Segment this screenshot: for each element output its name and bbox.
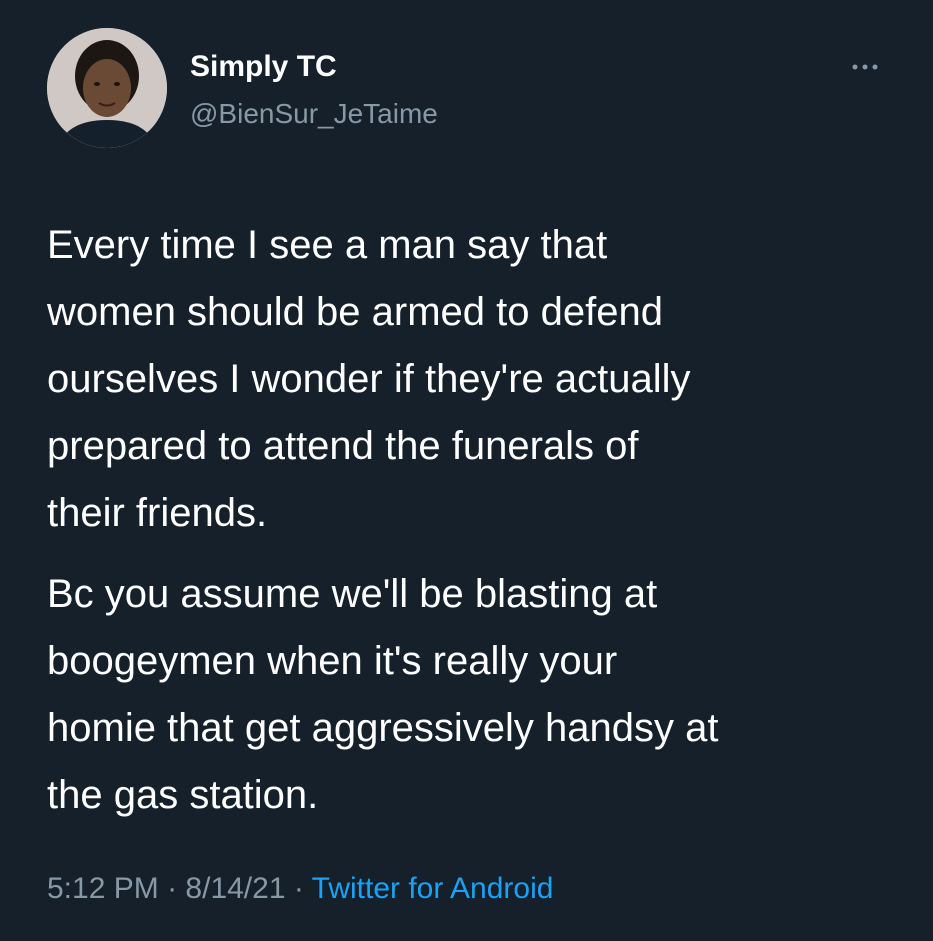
user-handle[interactable]: @BienSur_JeTaime — [190, 98, 438, 130]
tweet-text: Every time I see a man say that women sh… — [47, 212, 907, 829]
tweet-line: prepared to attend the funerals of — [47, 424, 639, 468]
meta-separator: · — [293, 872, 304, 905]
tweet-card: Simply TC @BienSur_JeTaime Every time I … — [0, 0, 933, 941]
tweet-source-link[interactable]: Twitter for Android — [312, 872, 554, 905]
tweet-line: ourselves I wonder if they're actually — [47, 357, 691, 401]
more-horizontal-icon — [852, 64, 878, 70]
more-options-button[interactable] — [840, 52, 890, 82]
tweet-metadata: 5:12 PM · 8/14/21 · Twitter for Android — [47, 872, 553, 906]
tweet-line: their friends. — [47, 491, 268, 535]
tweet-line: Every time I see a man say that — [47, 223, 608, 267]
tweet-line: homie that get aggressively handsy at — [47, 706, 719, 750]
tweet-line: boogeymen when it's really your — [47, 639, 618, 683]
display-name[interactable]: Simply TC — [190, 50, 337, 84]
tweet-line: the gas station. — [47, 773, 319, 817]
tweet-line: women should be armed to defend — [47, 290, 663, 334]
tweet-time[interactable]: 5:12 PM — [47, 872, 159, 905]
avatar[interactable] — [47, 28, 167, 148]
meta-separator: · — [167, 872, 178, 905]
profile-photo-icon — [47, 28, 167, 148]
tweet-line: Bc you assume we'll be blasting at — [47, 572, 658, 616]
tweet-date[interactable]: 8/14/21 — [185, 872, 285, 905]
